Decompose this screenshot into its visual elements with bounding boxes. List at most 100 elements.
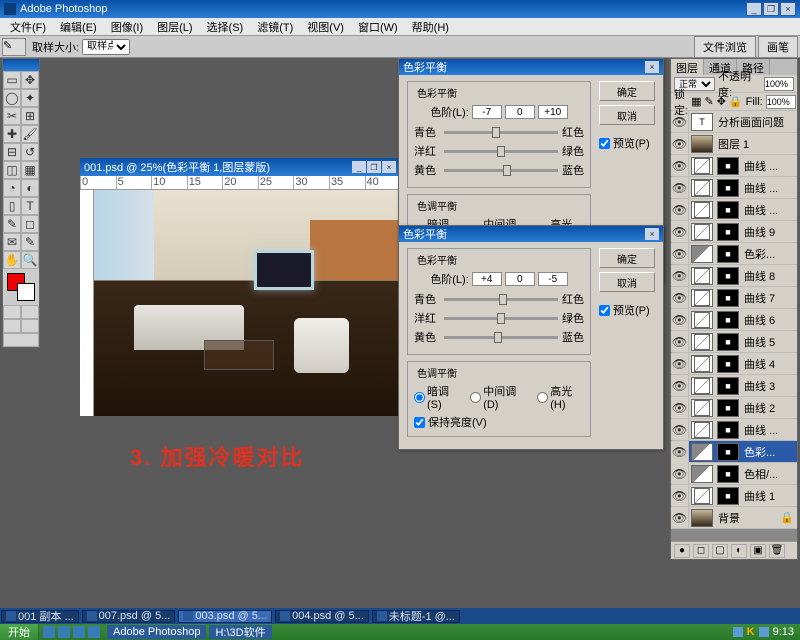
dialog2-close[interactable]: × — [645, 228, 659, 240]
cancel-button[interactable]: 取消 — [599, 105, 655, 125]
layer-row[interactable]: 👁T分析画面问题 — [671, 111, 797, 133]
lock-transparency-icon[interactable]: ▦ — [691, 95, 701, 108]
menu-window[interactable]: 窗口(W) — [352, 18, 404, 36]
pen-tool[interactable]: ✎ — [3, 215, 21, 233]
visibility-icon[interactable]: 👁 — [671, 331, 689, 353]
tab-brushes[interactable]: 画笔 — [758, 36, 798, 58]
standard-mode[interactable] — [3, 305, 21, 319]
layer-row[interactable]: 👁■色彩... — [671, 243, 797, 265]
layer-style-icon[interactable]: ● — [674, 544, 690, 558]
visibility-icon[interactable]: 👁 — [671, 287, 689, 309]
new-set-icon[interactable]: ▢ — [712, 544, 728, 558]
tray-icon[interactable] — [733, 627, 743, 637]
ql-icon[interactable] — [73, 626, 85, 638]
quickmask-mode[interactable] — [21, 305, 39, 319]
blur-tool[interactable]: ◔ — [3, 179, 21, 197]
layer-row[interactable]: 👁■曲线 4 — [671, 353, 797, 375]
type-tool[interactable]: T — [21, 197, 39, 215]
visibility-icon[interactable]: 👁 — [671, 485, 689, 507]
preview-checkbox-2[interactable]: 预览(P) — [599, 302, 655, 318]
visibility-icon[interactable]: 👁 — [671, 309, 689, 331]
layer-row[interactable]: 👁■曲线 5 — [671, 331, 797, 353]
screen-mode-1[interactable] — [3, 319, 21, 333]
visibility-icon[interactable]: 👁 — [671, 199, 689, 221]
crop-tool[interactable]: ✂ — [3, 107, 21, 125]
radio-shadows-2[interactable]: 暗调(S) — [414, 383, 460, 411]
level-yellow-blue-2[interactable] — [538, 272, 568, 286]
layer-row[interactable]: 👁图层 1 — [671, 133, 797, 155]
radio-midtones-2[interactable]: 中间调(D) — [470, 383, 527, 411]
visibility-icon[interactable]: 👁 — [671, 419, 689, 441]
layer-row[interactable]: 👁■曲线 ... — [671, 199, 797, 221]
lock-paint-icon[interactable]: ✎ — [704, 95, 713, 108]
notes-tool[interactable]: ✉ — [3, 233, 21, 251]
layer-row[interactable]: 👁■色彩... — [671, 441, 797, 463]
close-button[interactable]: × — [780, 2, 796, 16]
layer-row[interactable]: 👁■曲线 6 — [671, 309, 797, 331]
level-magenta-green[interactable] — [505, 105, 535, 119]
shape-tool[interactable]: ◻ — [21, 215, 39, 233]
visibility-icon[interactable]: 👁 — [671, 375, 689, 397]
doc-tab-4[interactable]: 未标题-1 @... — [372, 610, 460, 623]
visibility-icon[interactable]: 👁 — [671, 111, 689, 133]
wand-tool[interactable]: ✦ — [21, 89, 39, 107]
jump-to-ir[interactable] — [3, 333, 39, 347]
layer-row[interactable]: 👁■曲线 8 — [671, 265, 797, 287]
cancel-button-2[interactable]: 取消 — [599, 272, 655, 292]
path-tool[interactable]: ▯ — [3, 197, 21, 215]
layer-row[interactable]: 👁■曲线 1 — [671, 485, 797, 507]
zoom-tool[interactable]: 🔍 — [21, 251, 39, 269]
layer-row[interactable]: 👁■曲线 ... — [671, 155, 797, 177]
level-magenta-green-2[interactable] — [505, 272, 535, 286]
doc-minimize[interactable]: _ — [352, 161, 366, 173]
document-titlebar[interactable]: 001.psd @ 25%(色彩平衡 1,图层蒙版) _❐× — [80, 158, 400, 176]
doc-tab-0[interactable]: 001 副本 ... — [1, 610, 79, 623]
stamp-tool[interactable]: ⊟ — [3, 143, 21, 161]
layer-row[interactable]: 👁■曲线 3 — [671, 375, 797, 397]
tool-preset[interactable]: ✎ — [2, 38, 26, 56]
toolbox-header[interactable] — [3, 59, 39, 71]
slider-yb[interactable] — [444, 169, 558, 172]
menu-select[interactable]: 选择(S) — [201, 18, 250, 36]
layer-row[interactable]: 👁■曲线 7 — [671, 287, 797, 309]
visibility-icon[interactable]: 👁 — [671, 133, 689, 155]
layer-mask-icon[interactable]: ◻ — [693, 544, 709, 558]
minimize-button[interactable]: _ — [746, 2, 762, 16]
ok-button[interactable]: 确定 — [599, 81, 655, 101]
menu-file[interactable]: 文件(F) — [4, 18, 52, 36]
canvas[interactable] — [94, 190, 400, 416]
history-brush-tool[interactable]: ↺ — [21, 143, 39, 161]
maximize-button[interactable]: ❐ — [763, 2, 779, 16]
new-adjustment-icon[interactable]: ◐ — [731, 544, 747, 558]
tab-layers[interactable]: 图层 — [671, 59, 704, 75]
heal-tool[interactable]: ✚ — [3, 125, 21, 143]
visibility-icon[interactable]: 👁 — [671, 507, 689, 529]
visibility-icon[interactable]: 👁 — [671, 243, 689, 265]
background-color[interactable] — [17, 283, 35, 301]
ql-icon[interactable] — [43, 626, 55, 638]
start-button[interactable]: 开始 — [0, 624, 39, 640]
hand-tool[interactable]: ✋ — [3, 251, 21, 269]
ql-icon[interactable] — [58, 626, 70, 638]
menu-view[interactable]: 视图(V) — [301, 18, 350, 36]
level-cyan-red-2[interactable] — [472, 272, 502, 286]
lock-all-icon[interactable]: 🔒 — [729, 95, 743, 108]
visibility-icon[interactable]: 👁 — [671, 221, 689, 243]
move-tool[interactable]: ✥ — [21, 71, 39, 89]
doc-tab-2[interactable]: 003.psd @ 5... — [178, 610, 272, 623]
layer-row[interactable]: 👁■曲线 2 — [671, 397, 797, 419]
menu-filter[interactable]: 滤镜(T) — [251, 18, 299, 36]
visibility-icon[interactable]: 👁 — [671, 177, 689, 199]
layer-row[interactable]: 👁■曲线 ... — [671, 419, 797, 441]
sample-size-select[interactable]: 取样点 — [82, 39, 130, 55]
tab-file-browser[interactable]: 文件浏览 — [694, 36, 756, 58]
menu-help[interactable]: 帮助(H) — [406, 18, 455, 36]
preserve-luminosity-checkbox-2[interactable]: 保持亮度(V) — [414, 414, 584, 430]
gradient-tool[interactable]: ▦ — [21, 161, 39, 179]
dialog2-titlebar[interactable]: 色彩平衡× — [399, 226, 663, 242]
layer-row[interactable]: 👁■曲线 9 — [671, 221, 797, 243]
lock-move-icon[interactable]: ✥ — [717, 95, 726, 108]
lasso-tool[interactable]: ◯ — [3, 89, 21, 107]
eraser-tool[interactable]: ◫ — [3, 161, 21, 179]
dialog1-titlebar[interactable]: 色彩平衡× — [399, 59, 663, 75]
